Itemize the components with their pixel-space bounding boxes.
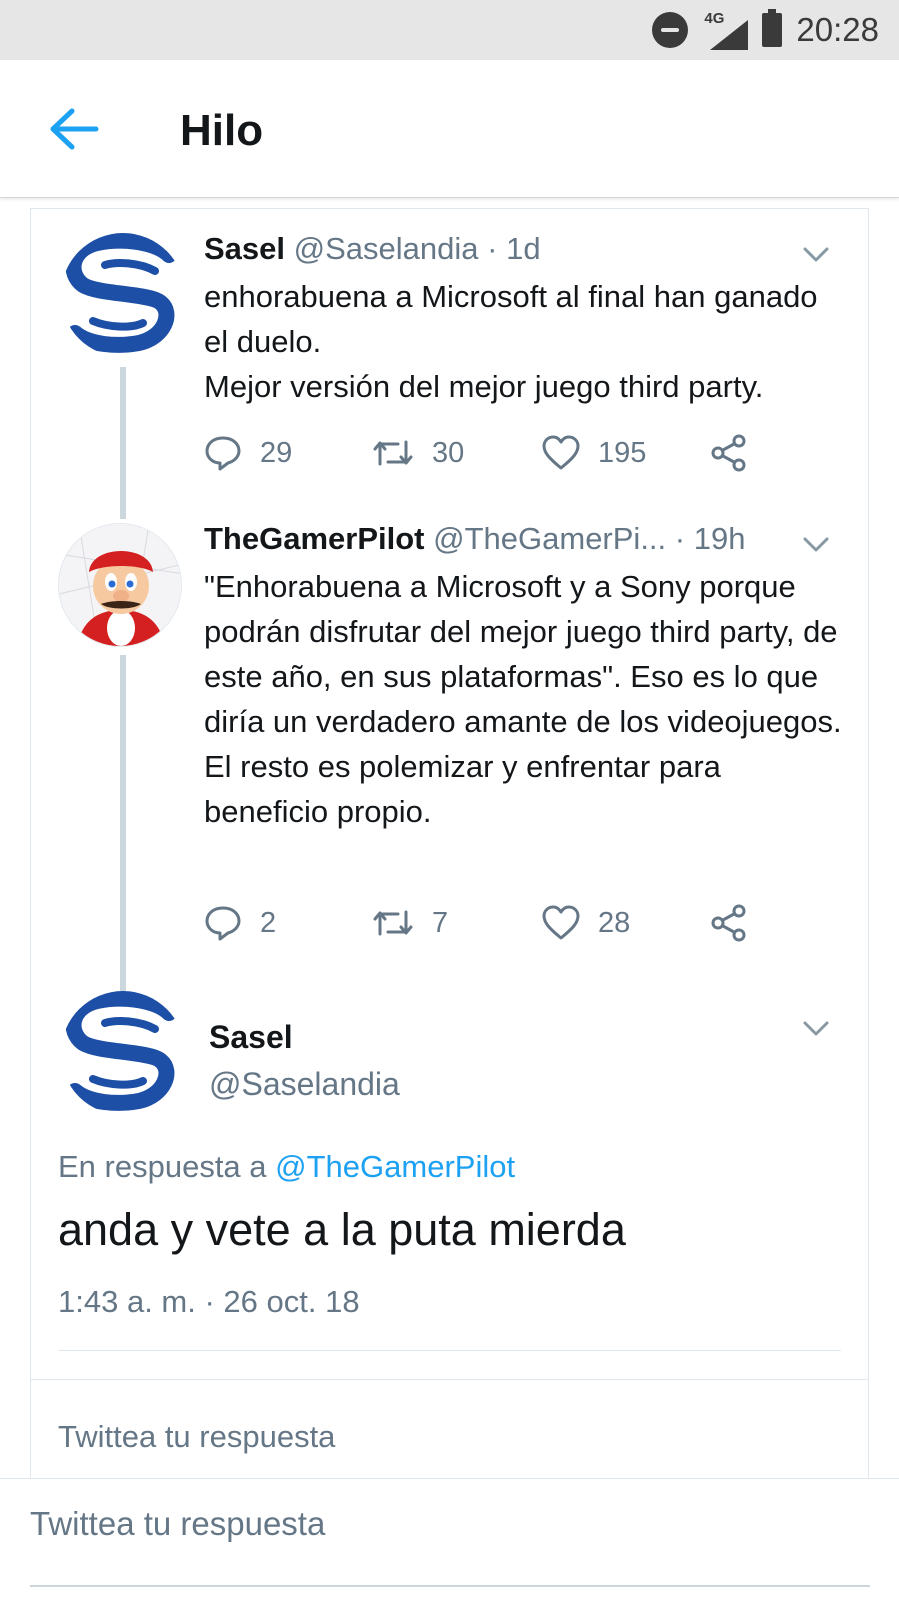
display-name[interactable]: TheGamerPilot [204,521,425,556]
reply-input[interactable] [30,1489,870,1559]
share-button[interactable] [710,903,748,943]
tweet-actions: 29 30 195 [204,433,764,473]
divider [31,1379,868,1380]
chevron-down-icon[interactable] [801,535,831,555]
tweet-text: "Enhorabuena a Microsoft y a Sony porque… [204,569,842,829]
like-button[interactable]: 28 [542,903,630,943]
avatar[interactable] [61,233,185,357]
heart-icon [542,435,580,470]
tweet-timestamp: 1:43 a. m. · 26 oct. 18 [58,1284,360,1319]
reply-button[interactable]: 29 [204,433,292,473]
tweet-header: TheGamerPilot @TheGamerPi... · 19h [204,521,745,557]
reply-count: 2 [260,906,277,939]
tweet-header: Sasel @Saselandia · 1d [204,231,541,267]
page-title: Hilo [180,106,264,155]
chevron-down-icon[interactable] [801,1019,831,1039]
reply-composer [0,1478,899,1599]
like-count: 28 [598,906,631,939]
signal-icon: 4G [702,10,749,50]
reply-button[interactable]: 2 [204,903,276,943]
retweet-icon [373,910,413,936]
chevron-down-icon[interactable] [801,245,831,265]
avatar[interactable] [58,523,182,647]
reply-count: 29 [260,436,293,469]
thread-line [120,655,126,991]
retweet-button[interactable]: 7 [372,903,448,943]
status-time: 20:28 [796,11,879,48]
tweet-time: · 19h [674,521,746,556]
thread-line [120,367,126,519]
display-name[interactable]: Sasel [209,1019,293,1056]
like-button[interactable]: 195 [542,433,646,473]
share-button[interactable] [710,433,748,473]
retweet-count: 7 [432,906,449,939]
thread-card: Sasel @Saselandia · 1d enhorabuena a Mic… [30,208,869,1478]
tweet-text: enhorabuena a Microsoft al final han gan… [204,279,818,404]
retweet-count: 30 [432,436,465,469]
share-icon [711,904,746,942]
divider [58,1350,841,1351]
share-icon [711,434,746,472]
avatar[interactable] [61,991,185,1115]
user-handle[interactable]: @TheGamerPi... [433,521,666,556]
reply-icon [205,436,241,471]
input-underline [30,1585,870,1587]
display-name[interactable]: Sasel [204,231,285,266]
user-handle[interactable]: @Saselandia [294,231,479,266]
reply-prefix: En respuesta a [58,1149,267,1184]
reply-context: En respuesta a @TheGamerPilot [58,1149,515,1185]
inline-reply-prompt[interactable]: Twittea tu respuesta [58,1419,335,1455]
retweet-button[interactable]: 30 [372,433,464,473]
heart-icon [542,905,580,940]
user-handle[interactable]: @Saselandia [209,1066,400,1103]
arrow-left-icon[interactable] [48,108,100,150]
reply-mention-link[interactable]: @TheGamerPilot [275,1149,515,1184]
retweet-icon [373,440,413,466]
top-app-bar: Hilo [0,60,899,198]
tweet-time: · 1d [487,231,541,266]
tweet-text: anda y vete a la puta mierda [58,1204,626,1255]
tweet-actions: 2 7 28 [204,903,764,943]
reply-icon [205,906,241,941]
status-bar: 4G 20:28 [0,0,899,60]
battery-icon [762,9,783,47]
do-not-disturb-icon [652,12,689,48]
like-count: 195 [598,436,647,469]
